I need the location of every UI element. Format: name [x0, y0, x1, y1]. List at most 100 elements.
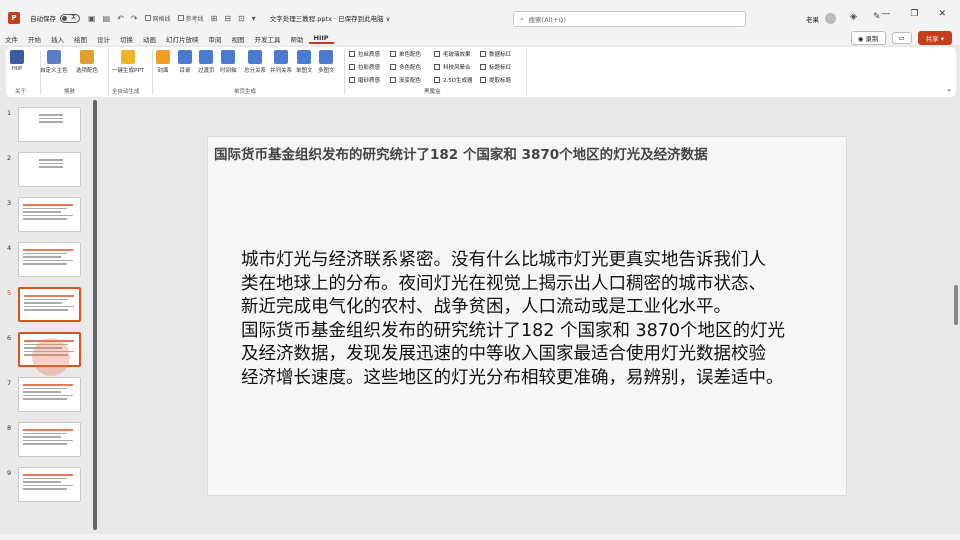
ribbon-button-9[interactable]: 并列关系	[270, 50, 292, 74]
slide-title[interactable]: 国际货币基金组织发布的研究统计了182 个国家和 3870个地区的灯光及经济数据	[214, 143, 708, 163]
tab-4[interactable]: 设计	[92, 34, 115, 44]
close-icon[interactable]: ✕	[938, 9, 946, 19]
tab-7[interactable]: 幻灯片放映	[161, 34, 204, 44]
ribbon-button-label: 封面	[157, 68, 169, 74]
diamond-icon[interactable]: ◈	[850, 12, 857, 22]
thumbnail-text-line	[23, 488, 67, 490]
thumbnail-text-line	[24, 295, 74, 297]
ribbon-tab-actions: ◉ 录制 ▭ 共享 ▾	[850, 31, 952, 45]
checkbox-icon	[434, 51, 440, 57]
search-placeholder: 搜索(Alt+Q)	[528, 16, 567, 24]
user-account[interactable]: 老果	[806, 13, 836, 24]
magic-box-option-label: 渐变配色	[399, 78, 422, 84]
pen-icon[interactable]: ✎	[873, 12, 881, 22]
autosave-toggle[interactable]: 关	[60, 13, 80, 23]
magic-box-option-label: 科技风晕合	[443, 65, 471, 71]
checkbox-icon	[434, 64, 440, 70]
search-input[interactable]: ⌕ 搜索(Alt+Q)	[513, 11, 746, 27]
gridlines-checkbox[interactable]: 网格线	[144, 14, 171, 23]
magic-box-option[interactable]: 数据标红	[480, 50, 511, 58]
ribbon-button-icon	[10, 50, 24, 64]
tab-12[interactable]: HIIP	[308, 34, 334, 44]
slide-body-text[interactable]: 城市灯光与经济联系紧密。没有什么比城市灯光更真实地告诉我们人 类在地球上的分布。…	[241, 249, 831, 390]
customize-qat-icon[interactable]: ▾	[252, 14, 256, 23]
magic-box-option[interactable]: 多色配色	[390, 63, 421, 71]
document-title[interactable]: 文字处理三教程.pptx · 已保存到此电脑 ∨	[270, 13, 391, 23]
slide-thumbnail[interactable]	[18, 422, 81, 457]
cursor-highlight	[32, 338, 70, 376]
redo-icon[interactable]: ↷	[131, 14, 138, 23]
ribbon-button-11[interactable]: 多图文	[318, 50, 335, 74]
comments-button[interactable]: ▭	[891, 32, 912, 44]
thumbnail-number: 4	[7, 244, 12, 252]
ribbon-button-1[interactable]: 自定义主色	[40, 50, 68, 74]
minimize-icon[interactable]: —	[881, 9, 890, 19]
thumbnail-text-line	[39, 162, 63, 164]
magic-box-option[interactable]: 单色配色	[390, 50, 421, 58]
guides-checkbox[interactable]: 参考线	[177, 14, 204, 23]
slide-thumbnail[interactable]	[18, 242, 81, 277]
autosave[interactable]: 自动保存 关	[30, 13, 80, 23]
thumbnail-text-line	[24, 309, 68, 311]
ribbon-button-6[interactable]: 过渡页	[198, 50, 215, 74]
tab-1[interactable]: 开始	[23, 34, 46, 44]
slide-thumbnail[interactable]	[18, 287, 81, 322]
magic-box-option[interactable]: 2.5D生成器	[434, 76, 472, 84]
collapse-ribbon-icon[interactable]: ⌄	[946, 85, 952, 93]
ribbon-button-4[interactable]: 封面	[156, 50, 170, 74]
magic-box-option[interactable]: 拉影质感	[349, 63, 380, 71]
ribbon-button-3[interactable]: 一键生成PPT	[112, 50, 144, 74]
tab-8[interactable]: 审阅	[204, 34, 227, 44]
slide-scrollbar[interactable]	[954, 285, 958, 325]
restore-icon[interactable]: ❐	[910, 9, 918, 19]
group-label-auto-generate: 全自动生成	[112, 89, 140, 95]
undo-icon[interactable]: ↶	[117, 14, 124, 23]
ribbon-button-7[interactable]: 时间轴	[220, 50, 237, 74]
save-icon[interactable]: ▣	[88, 14, 96, 23]
slide-thumbnail[interactable]	[18, 467, 81, 502]
record-button[interactable]: ◉ 录制	[850, 31, 886, 45]
ribbon-button-8[interactable]: 总分关系	[244, 50, 266, 74]
ribbon-button-icon	[221, 50, 236, 64]
tab-10[interactable]: 开发工具	[250, 34, 286, 44]
magic-box-option[interactable]: 渐变配色	[390, 76, 421, 84]
tab-9[interactable]: 视图	[227, 34, 250, 44]
thumbnail-text-line	[23, 484, 73, 486]
magic-box-option[interactable]: 磨砂质感	[349, 76, 380, 84]
ribbon-button-icon	[121, 50, 135, 64]
tab-5[interactable]: 切换	[115, 34, 138, 44]
format-icon[interactable]: ⊡	[238, 14, 245, 23]
magic-box-option[interactable]: 毛玻璃效果	[434, 50, 471, 58]
gridlines-label: 网格线	[152, 15, 171, 23]
slide-thumbnail[interactable]	[18, 152, 81, 187]
slide-canvas[interactable]: 国际货币基金组织发布的研究统计了182 个国家和 3870个地区的灯光及经济数据…	[207, 136, 847, 496]
tab-6[interactable]: 动画	[138, 34, 161, 44]
ribbon-button-2[interactable]: 选项配色	[76, 50, 98, 74]
slide-thumbnail[interactable]	[18, 197, 81, 232]
tab-3[interactable]: 绘图	[69, 34, 92, 44]
share-button[interactable]: 共享 ▾	[917, 31, 952, 45]
thumbnail-text-line	[23, 394, 73, 396]
ribbon-button-label: 过渡页	[198, 68, 215, 74]
slide-thumbnail[interactable]	[18, 377, 81, 412]
distribute-icon[interactable]: ⊟	[224, 14, 231, 23]
quick-access-toolbar: ▣ ▤ ↶ ↷ 网格线 参考线 ⊞ ⊟ ⊡ ▾	[88, 14, 256, 23]
ribbon-button-label: 时间轴	[220, 68, 237, 74]
body-line: 新近完成电气化的农村、战争贫困，人口流动或是工业化水平。	[241, 297, 731, 317]
slideshow-icon[interactable]: ▤	[103, 14, 111, 23]
slide-thumbnail[interactable]	[18, 107, 81, 142]
tab-2[interactable]: 插入	[46, 34, 69, 44]
thumbnails-scrollbar[interactable]	[93, 100, 97, 530]
magic-box-option[interactable]: 拉丝质感	[349, 50, 380, 58]
ribbon-button-5[interactable]: 目录	[178, 50, 192, 74]
tab-0[interactable]: 文件	[0, 34, 23, 44]
align-icon[interactable]: ⊞	[211, 14, 218, 23]
ribbon-button-0[interactable]: HIIP	[10, 50, 24, 72]
magic-box-option[interactable]: 提取标题	[480, 76, 511, 84]
ribbon-button-icon	[178, 50, 192, 64]
magic-box-option[interactable]: 标题标红	[480, 63, 511, 71]
magic-box-option[interactable]: 科技风晕合	[434, 63, 471, 71]
ribbon-button-10[interactable]: 单图文	[296, 50, 313, 74]
tab-11[interactable]: 帮助	[286, 34, 309, 44]
thumbnail-text-line	[23, 436, 61, 438]
